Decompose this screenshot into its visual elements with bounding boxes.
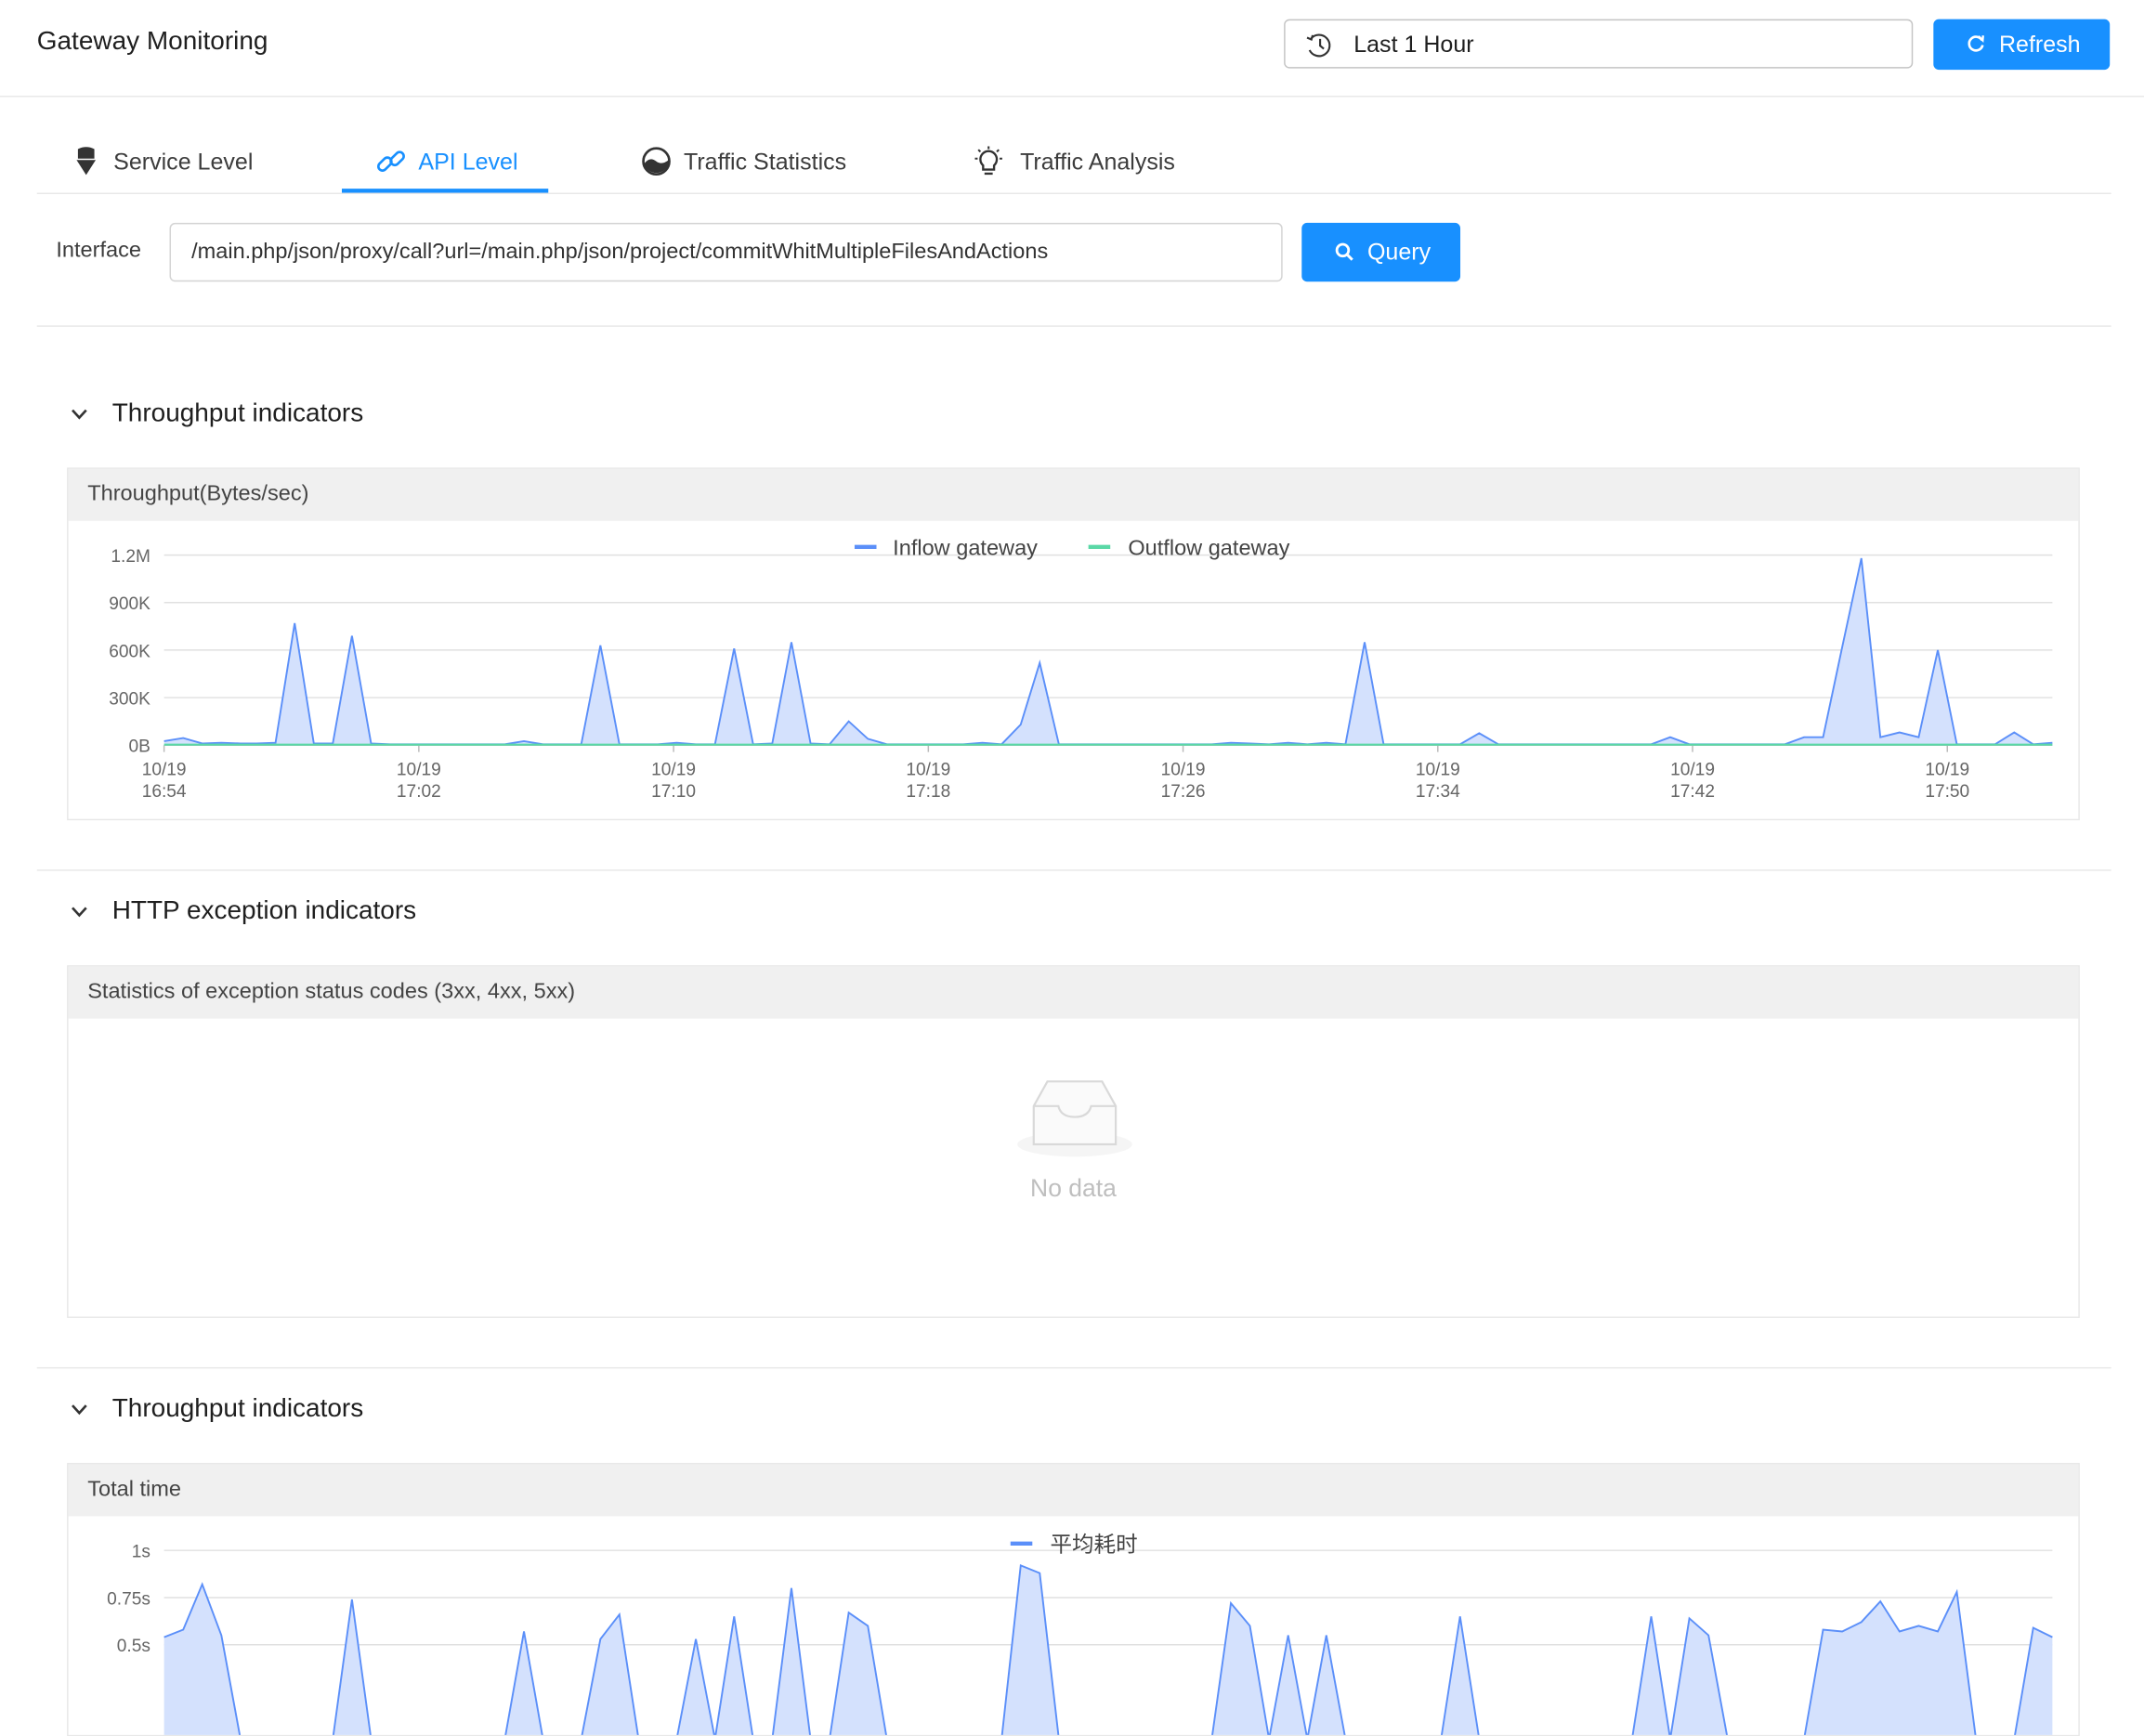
section-title: Throughput indicators xyxy=(111,1394,364,1424)
refresh-icon xyxy=(1968,35,1984,52)
interface-label: Interface xyxy=(56,239,142,263)
interface-input-value: /main.php/json/proxy/call?url=/main.php/… xyxy=(191,241,1049,265)
x-tick-label: 17:10 xyxy=(651,782,696,802)
history-clock-icon xyxy=(1306,33,1331,58)
x-tick-label: 10/19 xyxy=(142,761,187,780)
time-range-value: Last 1 Hour xyxy=(1353,31,1474,58)
y-tick-label: 900K xyxy=(109,594,150,614)
section-title: Throughput indicators xyxy=(111,398,364,428)
tab-label: Traffic Analysis xyxy=(1020,149,1175,176)
card-title: Statistics of exception status codes (3x… xyxy=(87,980,576,1004)
throughput-chart: 0B 300K 600K 900K 1.2M 10/19 16:54 10/19 17:02 10… xyxy=(109,536,2053,802)
total-time-card: Total time 0.5s 0.75s 1s 平均耗时 xyxy=(67,1462,2080,1736)
legend-inflow-label: Inflow gateway xyxy=(893,536,1038,560)
divider xyxy=(36,1366,2111,1369)
legend-avg-time-label: 平均耗时 xyxy=(1050,1533,1137,1557)
divider xyxy=(36,325,2111,327)
link-icon xyxy=(377,150,405,172)
tab-service-level[interactable]: Service Level xyxy=(70,131,302,191)
chevron-down-icon xyxy=(72,1404,87,1416)
dashboard-icon xyxy=(642,147,671,176)
empty-inbox-icon xyxy=(1017,1080,1132,1157)
exception-card: Statistics of exception status codes (3x… xyxy=(67,965,2080,1318)
avg-time-line xyxy=(163,1564,2053,1735)
y-tick-label: 1s xyxy=(132,1543,150,1562)
bulb-icon xyxy=(974,146,1002,176)
no-data-text: No data xyxy=(1030,1174,1117,1202)
query-label: Query xyxy=(1366,239,1432,266)
y-tick-label: 0.5s xyxy=(117,1637,150,1656)
card-title: Total time xyxy=(87,1478,181,1502)
total-time-chart: 0.5s 0.75s 1s 平均耗时 xyxy=(107,1533,2053,1735)
card-header: Total time xyxy=(68,1464,2079,1517)
x-tick-label: 10/19 xyxy=(1161,761,1206,780)
tab-label: API Level xyxy=(418,149,518,176)
x-tick-label: 10/19 xyxy=(1670,761,1715,780)
x-tick-label: 17:18 xyxy=(906,782,950,802)
inflow-line xyxy=(163,557,2053,746)
card-title: Throughput(Bytes/sec) xyxy=(87,482,309,506)
gateway-monitoring-page: Gateway Monitoring Last 1 Hour Refresh S… xyxy=(0,0,2144,1736)
legend-outflow-label: Outflow gateway xyxy=(1128,536,1289,560)
x-tick-label: 16:54 xyxy=(142,782,187,802)
x-tick-label: 10/19 xyxy=(651,761,696,780)
y-tick-label: 300K xyxy=(109,689,150,709)
interface-input[interactable]: /main.php/json/proxy/call?url=/main.php/… xyxy=(169,222,1283,282)
page-header: Gateway Monitoring Last 1 Hour Refresh xyxy=(0,0,2144,98)
tab-traffic-analysis[interactable]: Traffic Analysis xyxy=(973,131,1205,191)
section-title: HTTP exception indicators xyxy=(111,896,417,926)
x-tick-label: 17:02 xyxy=(397,782,441,802)
chevron-down-icon xyxy=(72,907,87,918)
x-tick-label: 17:50 xyxy=(1925,782,1969,802)
service-icon xyxy=(76,147,97,176)
x-tick-label: 10/19 xyxy=(1925,761,1969,780)
page-title: Gateway Monitoring xyxy=(36,27,268,57)
time-range-select[interactable]: Last 1 Hour xyxy=(1284,19,1914,69)
x-tick-label: 10/19 xyxy=(1416,761,1460,780)
card-header: Throughput(Bytes/sec) xyxy=(68,468,2079,521)
x-tick-label: 17:34 xyxy=(1416,782,1460,802)
y-tick-label: 600K xyxy=(109,642,150,661)
x-tick-label: 10/19 xyxy=(906,761,950,780)
refresh-button[interactable]: Refresh xyxy=(1933,19,2111,71)
search-icon xyxy=(1335,242,1353,261)
y-tick-label: 0.75s xyxy=(107,1589,150,1609)
tab-label: Traffic Statistics xyxy=(683,149,847,176)
x-tick-label: 17:42 xyxy=(1670,782,1715,802)
query-button[interactable]: Query xyxy=(1301,222,1461,282)
divider xyxy=(36,869,2111,871)
throughput-card: Throughput(Bytes/sec) 0B 300K 600K 900K 1.2M… xyxy=(67,467,2080,821)
avg-time-area xyxy=(163,1565,2053,1735)
level-tabs: Service Level API Level Traffic Statisti… xyxy=(36,131,2111,195)
chevron-down-icon xyxy=(72,409,87,420)
inflow-area xyxy=(163,557,2053,746)
card-header: Statistics of exception status codes (3x… xyxy=(68,966,2079,1019)
tab-traffic-statistics[interactable]: Traffic Statistics xyxy=(640,131,886,191)
active-tab-indicator xyxy=(341,189,549,193)
y-tick-label: 0B xyxy=(129,737,150,757)
tab-label: Service Level xyxy=(113,149,254,176)
x-tick-label: 10/19 xyxy=(397,761,441,780)
x-tick-label: 17:26 xyxy=(1161,782,1206,802)
tab-api-level[interactable]: API Level xyxy=(374,131,552,191)
y-tick-label: 1.2M xyxy=(111,547,150,567)
refresh-label: Refresh xyxy=(1998,31,2081,58)
